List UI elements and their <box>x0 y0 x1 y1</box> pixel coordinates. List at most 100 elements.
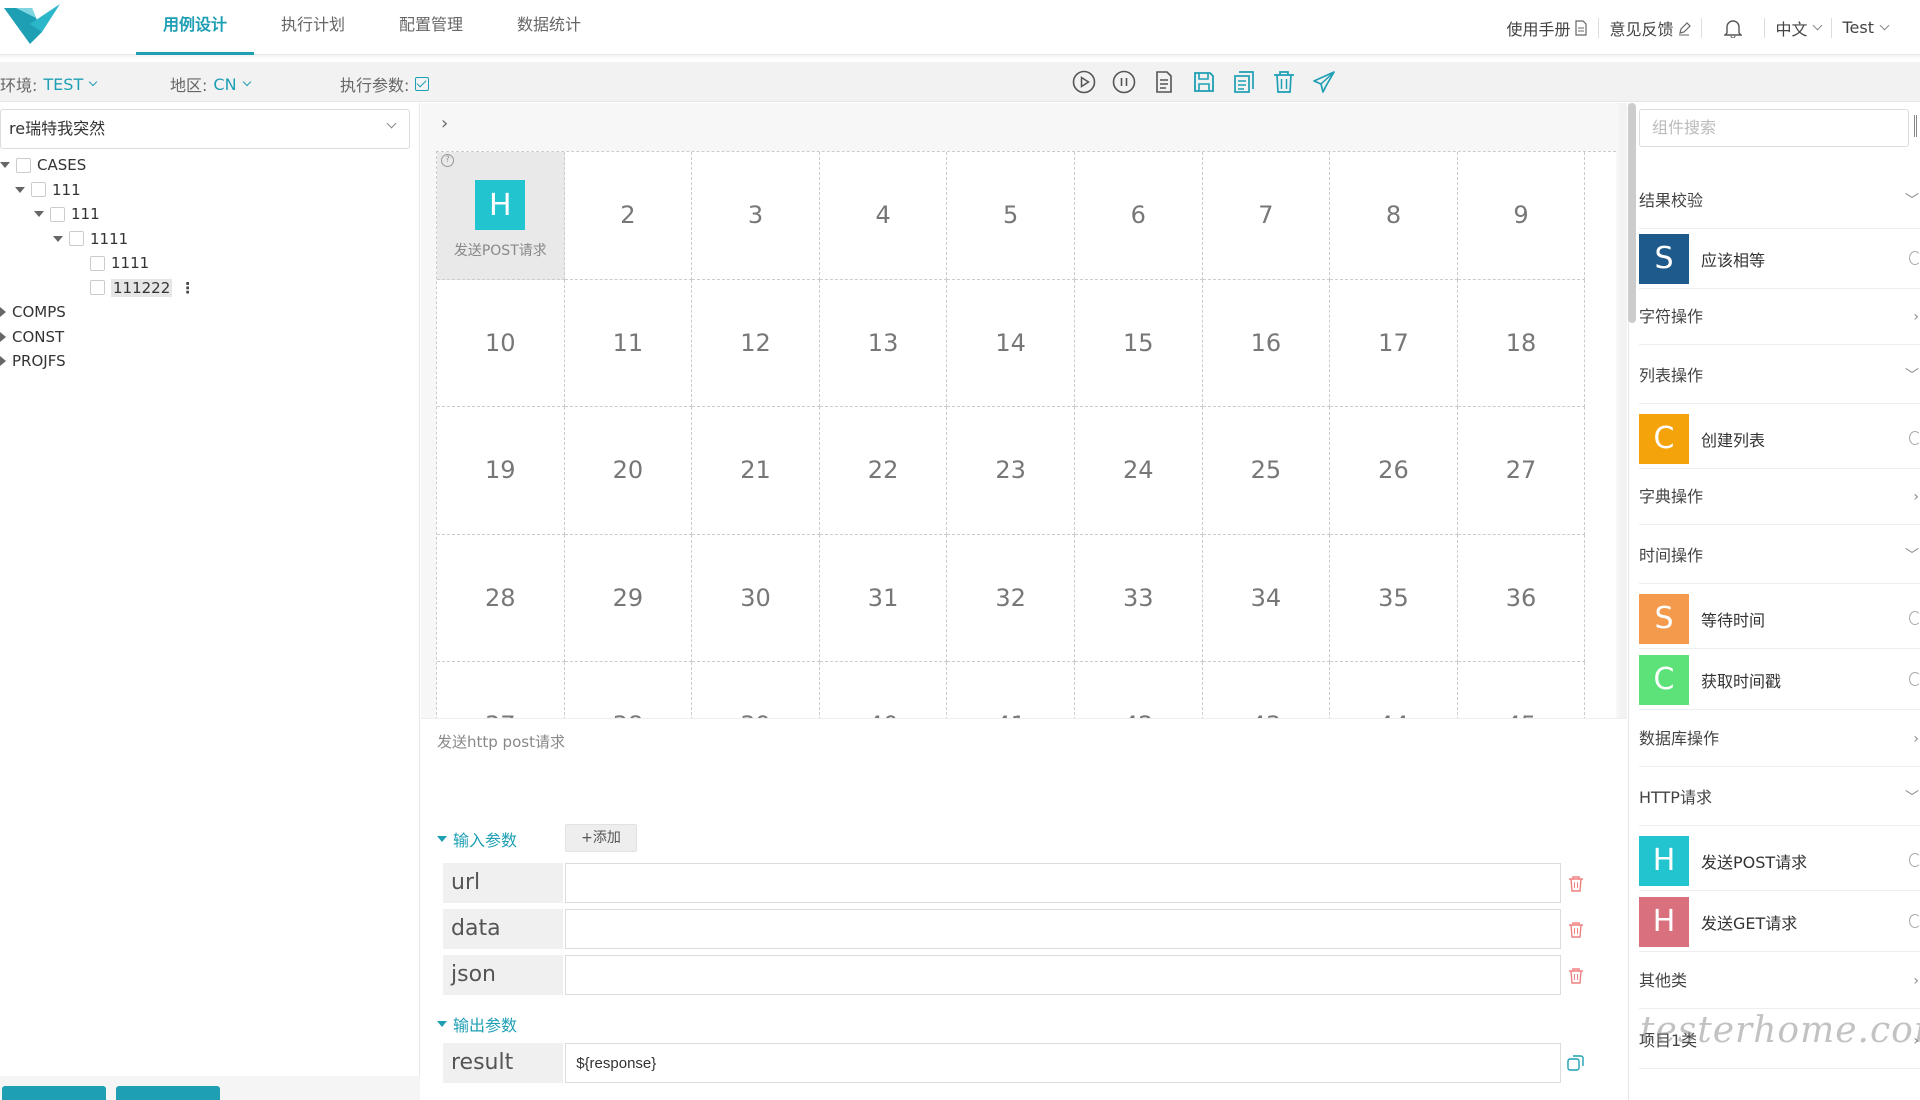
step-cell-27[interactable]: 27 <box>1457 407 1586 535</box>
step-cell-26[interactable]: 26 <box>1330 407 1458 535</box>
step-cell-11[interactable]: 11 <box>564 279 693 407</box>
step-cell-15[interactable]: 15 <box>1074 279 1203 407</box>
delete-param-button[interactable] <box>1561 863 1591 903</box>
tree-node-comps[interactable]: COMPS <box>0 300 195 325</box>
step-cell-44[interactable]: 44 <box>1330 662 1458 718</box>
step-cell-21[interactable]: 21 <box>692 407 820 535</box>
step-cell-12[interactable]: 12 <box>692 279 820 407</box>
step-cell-45[interactable]: 45 <box>1458 662 1586 718</box>
run-button[interactable] <box>1064 68 1104 96</box>
info-icon[interactable] <box>1909 611 1920 625</box>
copy-param-button[interactable] <box>1561 1043 1591 1083</box>
step-cell-2[interactable]: 2 <box>564 152 693 280</box>
step-cell-37[interactable]: 37 <box>437 662 565 718</box>
document-button[interactable] <box>1144 68 1184 96</box>
app-logo[interactable] <box>2 2 62 46</box>
region-select[interactable]: 地区: CN <box>170 72 251 96</box>
category-dict-ops[interactable]: 字典操作 › <box>1639 469 1920 525</box>
copy-button[interactable] <box>1224 68 1264 96</box>
step-cell-6[interactable]: 6 <box>1074 152 1203 280</box>
category-string-ops[interactable]: 字符操作 › <box>1639 289 1920 345</box>
step-cell-30[interactable]: 30 <box>692 534 820 662</box>
step-cell-28[interactable]: 28 <box>437 534 565 662</box>
collapse-arrow-icon[interactable] <box>0 331 6 342</box>
tree-checkbox[interactable] <box>16 157 31 173</box>
step-cell-31[interactable]: 31 <box>819 534 948 662</box>
step-cell-38[interactable]: 38 <box>565 662 693 718</box>
step-cell-19[interactable]: 19 <box>437 407 565 535</box>
save-button[interactable] <box>1184 68 1224 96</box>
project-config-button[interactable] <box>2 1086 106 1100</box>
project-select[interactable]: re瑞特我突然 <box>0 109 410 149</box>
param-value-input-json[interactable] <box>565 955 1562 995</box>
delete-button[interactable] <box>1264 68 1304 96</box>
component-wait-time[interactable]: S 等待时间 <box>1639 589 1920 649</box>
collapse-arrow-icon[interactable] <box>0 356 6 367</box>
step-cell-22[interactable]: 22 <box>819 407 948 535</box>
environment-select[interactable]: 环境: TEST <box>0 72 98 96</box>
component-get-timestamp[interactable]: C 获取时间戳 <box>1639 650 1920 710</box>
step-cell-35[interactable]: 35 <box>1330 534 1458 662</box>
tree-node-cases[interactable]: CASES <box>0 153 195 178</box>
step-cell-3[interactable]: 3 <box>692 152 820 280</box>
tab-data-statistics[interactable]: 数据统计 <box>490 0 608 55</box>
info-icon[interactable] <box>1909 914 1920 928</box>
expand-arrow-icon[interactable] <box>53 235 63 242</box>
add-param-button[interactable]: +添加 <box>565 824 637 852</box>
component-send-post[interactable]: H 发送POST请求 <box>1639 831 1920 891</box>
step-cell-7[interactable]: 7 <box>1202 152 1331 280</box>
user-dropdown[interactable]: Test <box>1832 18 1920 37</box>
step-cell-8[interactable]: 8 <box>1330 152 1458 280</box>
tree-checkbox[interactable] <box>50 206 65 222</box>
step-cell-5[interactable]: 5 <box>947 152 1075 280</box>
component-search-input[interactable]: 组件搜索 <box>1639 109 1909 147</box>
step-cell-36[interactable]: 36 <box>1457 534 1586 662</box>
tree-checkbox[interactable] <box>69 231 84 247</box>
category-other[interactable]: 其他类 › <box>1639 953 1920 1009</box>
category-db-ops[interactable]: 数据库操作 › <box>1639 711 1920 767</box>
tree-node-1111[interactable]: 1111 <box>0 227 195 252</box>
info-icon[interactable] <box>1909 853 1920 867</box>
tab-case-design[interactable]: 用例设计 <box>136 0 254 55</box>
step-cell-42[interactable]: 42 <box>1075 662 1203 718</box>
category-http[interactable]: HTTP请求 ﹀ <box>1639 770 1920 826</box>
component-should-equal[interactable]: S 应该相等 <box>1639 229 1920 289</box>
step-cell-32[interactable]: 32 <box>947 534 1075 662</box>
tree-node-projfs[interactable]: PROJFS <box>0 349 195 374</box>
category-list-ops[interactable]: 列表操作 ﹀ <box>1639 348 1920 404</box>
category-result-check[interactable]: 结果校验 ﹀ <box>1639 173 1920 229</box>
step-cell-20[interactable]: 20 <box>564 407 693 535</box>
param-value-input-url[interactable] <box>565 863 1562 903</box>
category-time-ops[interactable]: 时间操作 ﹀ <box>1639 528 1920 584</box>
step-cell-13[interactable]: 13 <box>819 279 948 407</box>
step-cell-10[interactable]: 10 <box>437 279 565 407</box>
tree-node-111-child[interactable]: 111 <box>0 202 195 227</box>
tab-config-management[interactable]: 配置管理 <box>372 0 490 55</box>
menu-icon[interactable] <box>1914 115 1920 137</box>
component-send-get[interactable]: H 发送GET请求 <box>1639 892 1920 952</box>
language-dropdown[interactable]: 中文 <box>1765 16 1831 40</box>
tree-checkbox[interactable] <box>31 182 46 198</box>
step-cell-24[interactable]: 24 <box>1074 407 1203 535</box>
info-icon[interactable] <box>1909 431 1920 445</box>
expand-arrow-icon[interactable] <box>0 162 10 169</box>
expand-arrow-icon[interactable] <box>34 211 44 218</box>
step-cell-40[interactable]: 40 <box>820 662 948 718</box>
expand-arrow-icon[interactable] <box>15 186 25 193</box>
step-cell-1[interactable]: ? H 发送POST请求 <box>437 152 565 280</box>
tree-node-1111-leaf[interactable]: 1111 <box>0 251 195 276</box>
step-cell-17[interactable]: 17 <box>1330 279 1458 407</box>
step-cell-16[interactable]: 16 <box>1202 279 1331 407</box>
info-icon[interactable] <box>1909 672 1920 686</box>
execution-params[interactable]: 执行参数: <box>340 72 430 96</box>
tree-checkbox[interactable] <box>90 255 105 271</box>
tree-checkbox[interactable] <box>90 280 105 296</box>
chevron-right-icon[interactable]: › <box>441 113 448 134</box>
collapse-arrow-icon[interactable] <box>0 307 6 318</box>
step-cell-33[interactable]: 33 <box>1074 534 1203 662</box>
step-cell-29[interactable]: 29 <box>564 534 693 662</box>
step-cell-39[interactable]: 39 <box>692 662 820 718</box>
tree-node-111222[interactable]: 111222 ⋮ <box>0 276 195 301</box>
more-vertical-icon[interactable]: ⋮ <box>180 279 195 297</box>
component-create-list[interactable]: C 创建列表 <box>1639 409 1920 469</box>
